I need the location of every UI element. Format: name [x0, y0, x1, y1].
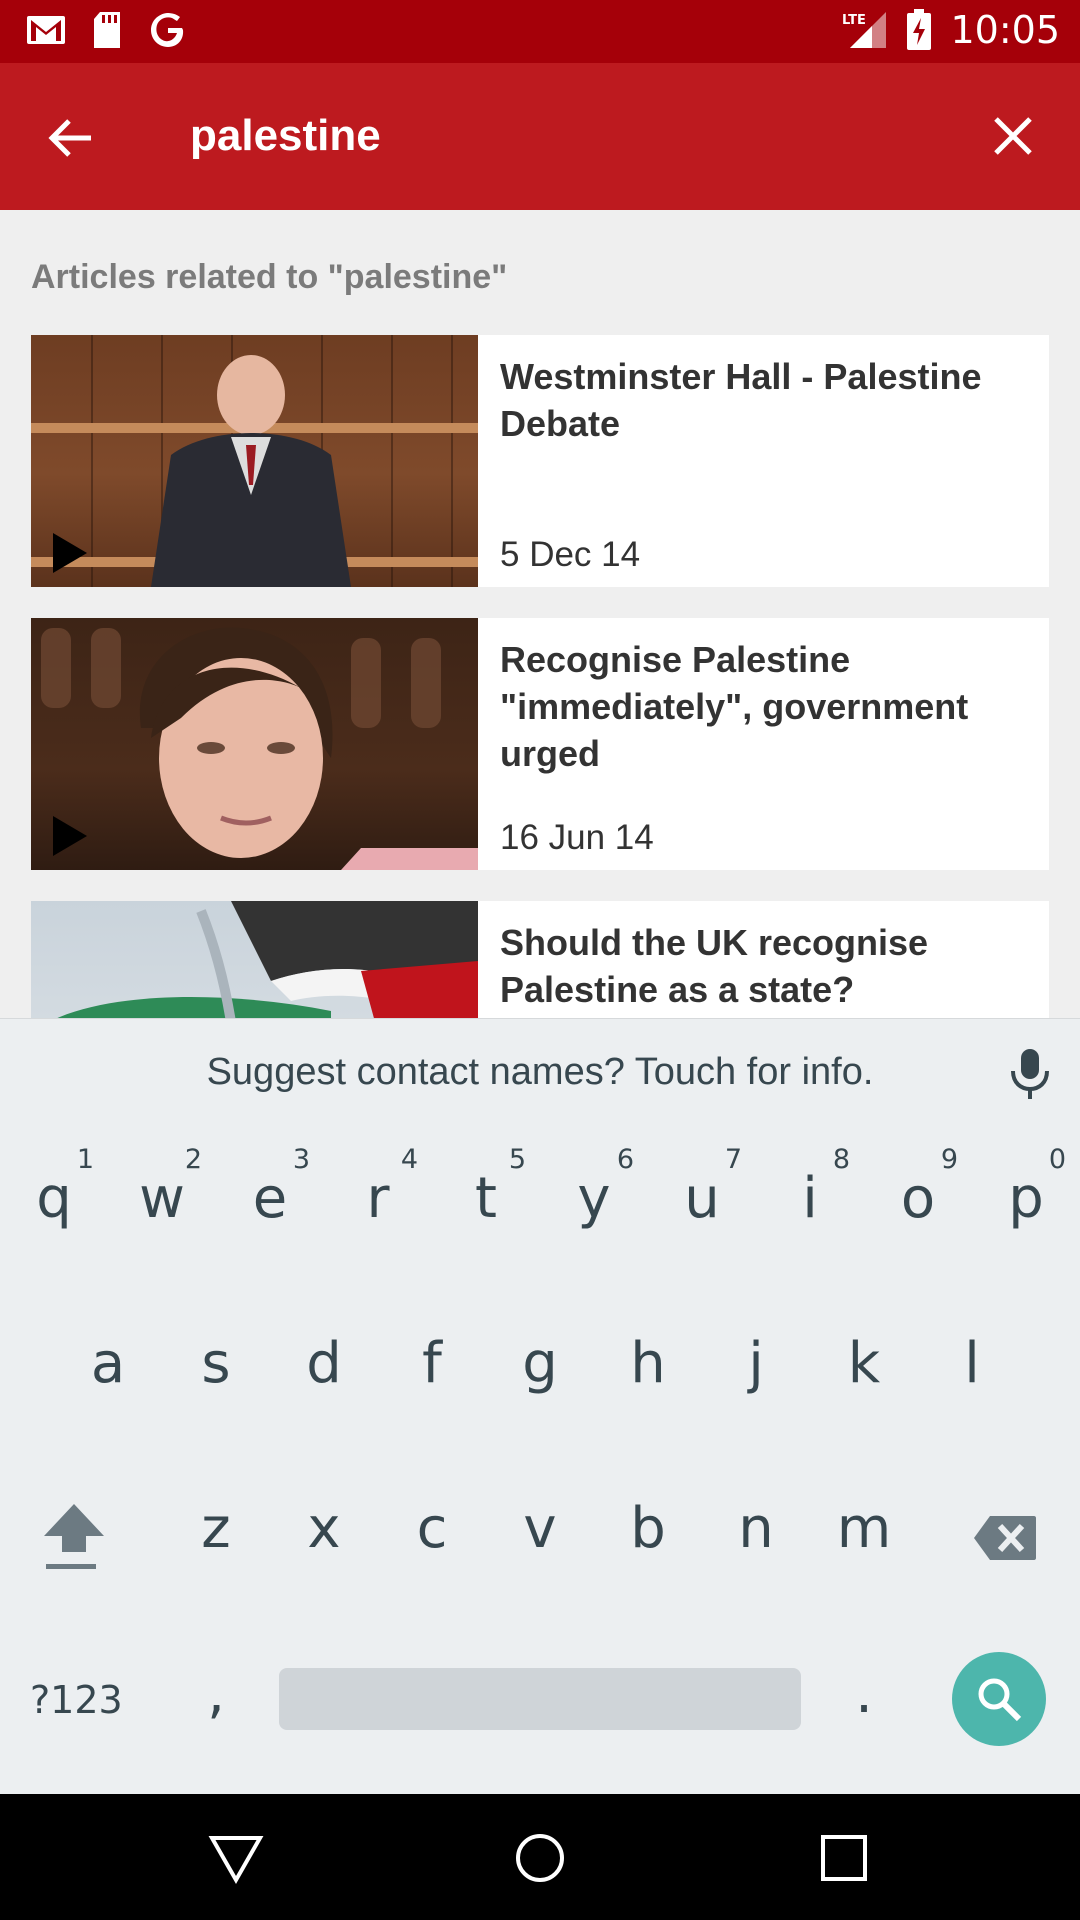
key-r[interactable]: 4r	[324, 1122, 432, 1242]
key-h[interactable]: h	[594, 1297, 702, 1417]
speaker-figure	[151, 355, 351, 587]
suggestion-text[interactable]: Suggest contact names? Touch for info.	[0, 1051, 1080, 1094]
speaker-figure	[41, 627, 478, 870]
key-m[interactable]: m	[810, 1462, 918, 1582]
back-arrow-icon	[48, 119, 91, 157]
article-card[interactable]: Should the UK recognise Palestine as a s…	[31, 901, 1049, 1018]
article-thumbnail	[31, 901, 478, 1018]
article-thumbnail	[31, 618, 478, 870]
clear-search-button[interactable]	[980, 103, 1046, 169]
article-date: 16 Jun 14	[500, 818, 654, 857]
battery-charging-icon	[907, 9, 932, 50]
key-n[interactable]: n	[702, 1462, 810, 1582]
svg-text:LTE: LTE	[842, 13, 866, 28]
key-b[interactable]: b	[594, 1462, 702, 1582]
article-date: 5 Dec 14	[500, 535, 641, 574]
key-z[interactable]: z	[162, 1462, 270, 1582]
play-icon	[53, 533, 87, 573]
key-y[interactable]: 6y	[540, 1122, 648, 1242]
back-button[interactable]	[40, 108, 100, 168]
article-title: Recognise Palestine "immediately", gover…	[500, 639, 969, 774]
clock: 10:05	[950, 8, 1060, 52]
key-a[interactable]: a	[54, 1297, 162, 1417]
delete-key[interactable]	[950, 1462, 1060, 1582]
key-f[interactable]: f	[378, 1297, 486, 1417]
play-icon	[53, 816, 87, 856]
google-icon	[151, 13, 184, 47]
shift-key[interactable]	[20, 1462, 130, 1582]
key-x[interactable]: x	[270, 1462, 378, 1582]
mic-icon[interactable]	[1008, 1047, 1052, 1101]
close-icon	[994, 117, 1032, 155]
recents-nav-icon[interactable]	[816, 1830, 872, 1886]
key-w[interactable]: 2w	[108, 1122, 216, 1242]
key-q[interactable]: 1q	[0, 1122, 108, 1242]
key-j[interactable]: j	[702, 1297, 810, 1417]
key-p[interactable]: 0p	[972, 1122, 1080, 1242]
article-card[interactable]: Westminster Hall - Palestine Debate 5 De…	[31, 335, 1049, 587]
signal-lte-icon: LTE	[842, 12, 887, 48]
article-title: Should the UK recognise Palestine as a s…	[500, 922, 929, 1010]
key-k[interactable]: k	[810, 1297, 918, 1417]
status-bar: LTE 10:05	[0, 0, 1080, 63]
navigation-bar	[0, 1794, 1080, 1920]
key-l[interactable]: l	[918, 1297, 1026, 1417]
key-g[interactable]: g	[486, 1297, 594, 1417]
key-s[interactable]: s	[162, 1297, 270, 1417]
article-card[interactable]: Recognise Palestine "immediately", gover…	[31, 618, 1049, 870]
article-title: Westminster Hall - Palestine Debate	[500, 356, 982, 444]
sd-card-icon	[94, 12, 120, 48]
key-d[interactable]: d	[270, 1297, 378, 1417]
shift-icon	[44, 1504, 104, 1569]
symbols-key[interactable]: ?123	[30, 1678, 123, 1722]
keyboard: 1q 2w 3e 4r 5t 6y 7u 8i 9o 0p a s d f g …	[0, 1122, 1080, 1794]
search-key[interactable]	[952, 1652, 1046, 1746]
key-comma[interactable]: ,	[162, 1617, 270, 1737]
suggestion-strip[interactable]: Suggest contact names? Touch for info.	[0, 1018, 1080, 1122]
search-app-bar: palestine	[0, 63, 1080, 210]
search-input[interactable]: palestine	[190, 111, 381, 161]
section-title: Articles related to "palestine"	[31, 258, 508, 296]
results-list: Articles related to "palestine" Westmins…	[0, 210, 1080, 1018]
key-v[interactable]: v	[486, 1462, 594, 1582]
key-o[interactable]: 9o	[864, 1122, 972, 1242]
key-period[interactable]: .	[810, 1617, 918, 1737]
back-nav-icon[interactable]	[208, 1830, 264, 1886]
key-u[interactable]: 7u	[648, 1122, 756, 1242]
key-t[interactable]: 5t	[432, 1122, 540, 1242]
article-thumbnail	[31, 335, 478, 587]
search-icon	[978, 1678, 1022, 1722]
backspace-icon	[974, 1516, 1036, 1560]
home-nav-icon[interactable]	[512, 1830, 568, 1886]
flag-image	[57, 901, 478, 1018]
key-c[interactable]: c	[378, 1462, 486, 1582]
space-key[interactable]	[279, 1668, 801, 1730]
key-i[interactable]: 8i	[756, 1122, 864, 1242]
gmail-icon	[27, 16, 65, 44]
key-e[interactable]: 3e	[216, 1122, 324, 1242]
